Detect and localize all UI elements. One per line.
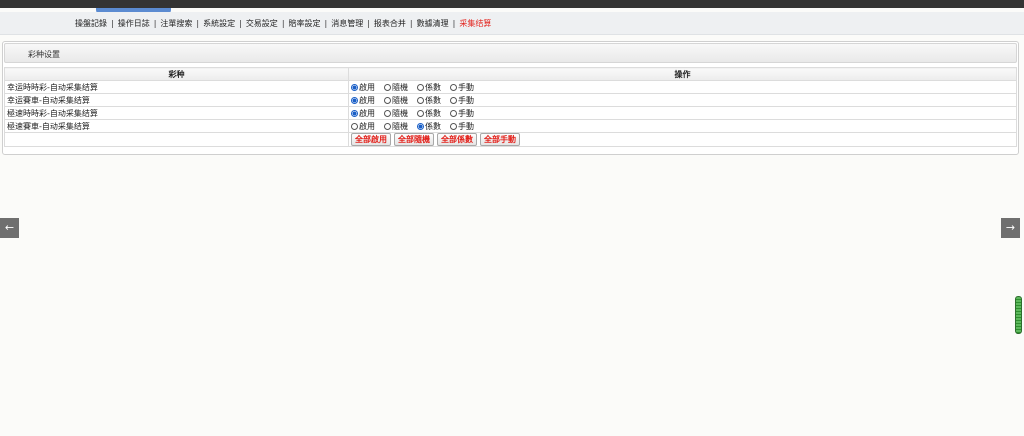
table-row-actions: 全部啟用 全部隨機 全部係數 全部手動 — [4, 132, 1017, 147]
nav-menu: 操盤記錄 | 操作日誌 | 注單搜索 | 系統設定 | 交易設定 | 賠率設定 | 消息管理 | 报表合并 |… — [75, 19, 491, 29]
nav-item-1[interactable]: 操作日誌 — [118, 19, 150, 28]
row-options: 啟用 隨機 係數 手動 — [348, 119, 1017, 133]
lottery-settings-panel: 彩种设置 彩种 操作 幸运時時彩-自动采集结算 啟用 隨機 係數 手動 幸运賽車-自动采集… — [2, 41, 1019, 155]
option-label: 隨機 — [392, 82, 408, 92]
option-radio[interactable]: 手動 — [450, 95, 474, 106]
nav-item-7[interactable]: 报表合并 — [374, 19, 406, 28]
nav-separator: | — [281, 19, 285, 28]
panel-header: 彩种设置 — [4, 43, 1017, 63]
row-options: 啟用 隨機 係數 手動 — [348, 80, 1017, 94]
option-label: 啟用 — [359, 82, 375, 92]
option-label: 係數 — [425, 82, 441, 92]
option-label: 隨機 — [392, 108, 408, 118]
radio-icon[interactable] — [450, 122, 457, 130]
nav-separator: | — [452, 19, 456, 28]
table-row: 極速賽車-自动采集结算 啟用 隨機 係數 手動 — [4, 119, 1017, 133]
option-radio[interactable]: 係數 — [417, 95, 441, 106]
radio-icon[interactable] — [450, 96, 457, 104]
option-radio[interactable]: 係數 — [417, 108, 441, 119]
option-radio[interactable]: 係數 — [417, 121, 441, 132]
radio-icon[interactable] — [450, 109, 457, 117]
lottery-name: 極速時時彩-自动采集结算 — [4, 106, 349, 120]
option-label: 係數 — [425, 95, 441, 105]
radio-icon[interactable] — [351, 96, 358, 104]
table-row: 幸运賽車-自动采集结算 啟用 隨機 係數 手動 — [4, 93, 1017, 107]
bulk-button-3[interactable]: 全部手動 — [480, 133, 520, 146]
column-header-name: 彩种 — [4, 67, 349, 81]
option-radio[interactable]: 啟用 — [351, 82, 375, 93]
nav-separator: | — [409, 19, 413, 28]
option-radio[interactable]: 啟用 — [351, 95, 375, 106]
option-label: 係數 — [425, 121, 441, 131]
nav-separator: | — [367, 19, 370, 28]
radio-icon[interactable] — [384, 122, 391, 130]
nav-item-2[interactable]: 注單搜索 — [160, 19, 192, 28]
option-radio[interactable]: 啟用 — [351, 108, 375, 119]
lottery-name: 幸运時時彩-自动采集结算 — [4, 80, 349, 94]
nav-item-3[interactable]: 系統設定 — [203, 19, 235, 28]
lottery-name: 極速賽車-自动采集结算 — [4, 119, 349, 133]
row-options: 啟用 隨機 係數 手動 — [348, 106, 1017, 120]
panel-title: 彩种设置 — [28, 50, 60, 59]
nav-separator: | — [153, 19, 157, 28]
table-row: 幸运時時彩-自动采集结算 啟用 隨機 係數 手動 — [4, 80, 1017, 94]
column-header-ops: 操作 — [348, 67, 1017, 81]
row-options: 啟用 隨機 係數 手動 — [348, 93, 1017, 107]
nav-separator: | — [111, 19, 114, 28]
radio-icon[interactable] — [417, 83, 424, 91]
option-label: 手動 — [458, 95, 474, 105]
option-label: 啟用 — [359, 121, 375, 131]
option-radio[interactable]: 隨機 — [384, 95, 408, 106]
nav-separator: | — [239, 19, 242, 28]
empty-cell — [4, 132, 349, 147]
radio-icon[interactable] — [450, 83, 457, 91]
nav-separator: | — [324, 19, 328, 28]
nav-item-0[interactable]: 操盤記錄 — [75, 19, 107, 28]
radio-icon[interactable] — [351, 109, 358, 117]
option-radio[interactable]: 啟用 — [351, 121, 375, 132]
bulk-button-2[interactable]: 全部係數 — [437, 133, 477, 146]
option-label: 係數 — [425, 108, 441, 118]
option-radio[interactable]: 手動 — [450, 108, 474, 119]
nav-item-5[interactable]: 賠率設定 — [289, 19, 321, 28]
option-radio[interactable]: 隨機 — [384, 82, 408, 93]
scroll-handle[interactable] — [1015, 296, 1022, 334]
radio-icon[interactable] — [384, 83, 391, 91]
bulk-button-1[interactable]: 全部隨機 — [394, 133, 434, 146]
option-radio[interactable]: 隨機 — [384, 108, 408, 119]
option-radio[interactable]: 手動 — [450, 82, 474, 93]
arrow-right-icon[interactable]: → — [1001, 218, 1020, 238]
table-row: 極速時時彩-自动采集结算 啟用 隨機 係數 手動 — [4, 106, 1017, 120]
option-label: 啟用 — [359, 95, 375, 105]
lottery-name: 幸运賽車-自动采集结算 — [4, 93, 349, 107]
lottery-table: 彩种 操作 幸运時時彩-自动采集结算 啟用 隨機 係數 手動 幸运賽車-自动采集结算 啟用隨… — [4, 67, 1017, 147]
bulk-actions: 全部啟用 全部隨機 全部係數 全部手動 — [348, 132, 1017, 147]
option-radio[interactable]: 手動 — [450, 121, 474, 132]
bulk-button-0[interactable]: 全部啟用 — [351, 133, 391, 146]
radio-icon[interactable] — [384, 96, 391, 104]
option-label: 手動 — [458, 82, 474, 92]
top-bar — [0, 0, 1024, 8]
option-label: 隨機 — [392, 95, 408, 105]
nav-item-9[interactable]: 采集结算 — [459, 19, 491, 28]
option-label: 啟用 — [359, 108, 375, 118]
nav-item-8[interactable]: 數據清理 — [417, 19, 449, 28]
nav-item-6[interactable]: 消息管理 — [331, 19, 363, 28]
nav-item-4[interactable]: 交易設定 — [246, 19, 278, 28]
radio-icon[interactable] — [351, 122, 358, 130]
option-label: 手動 — [458, 108, 474, 118]
radio-icon[interactable] — [417, 96, 424, 104]
radio-icon[interactable] — [417, 109, 424, 117]
radio-icon[interactable] — [351, 83, 358, 91]
option-radio[interactable]: 係數 — [417, 82, 441, 93]
option-label: 手動 — [458, 121, 474, 131]
nav-separator: | — [196, 19, 200, 28]
arrow-left-icon[interactable]: ← — [0, 218, 19, 238]
nav-bar: 操盤記錄 | 操作日誌 | 注單搜索 | 系統設定 | 交易設定 | 賠率設定 | 消息管理 | 报表合并 |… — [0, 12, 1024, 35]
radio-icon[interactable] — [417, 122, 424, 130]
radio-icon[interactable] — [384, 109, 391, 117]
option-radio[interactable]: 隨機 — [384, 121, 408, 132]
option-label: 隨機 — [392, 121, 408, 131]
